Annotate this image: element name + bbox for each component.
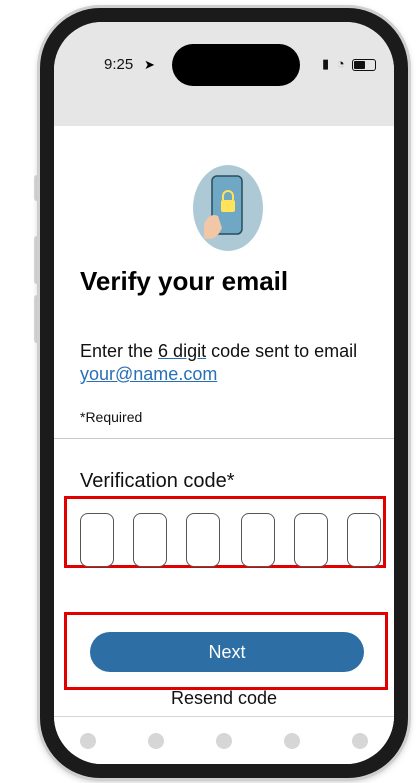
signal-icon: ▮ bbox=[322, 56, 332, 71]
dynamic-island bbox=[172, 44, 300, 86]
screen: 9:25 ➤ ▮ ◔ Verify your email Enter the 6… bbox=[54, 22, 394, 764]
code-digit-5[interactable] bbox=[294, 513, 328, 567]
nav-dot-3[interactable] bbox=[216, 733, 232, 749]
resend-code-link[interactable]: Resend code bbox=[54, 688, 394, 709]
verification-code-highlight bbox=[64, 496, 386, 568]
code-digit-1[interactable] bbox=[80, 513, 114, 567]
nav-dot-4[interactable] bbox=[284, 733, 300, 749]
instructions-middle: code sent to email bbox=[206, 341, 358, 361]
email-link[interactable]: your@name.com bbox=[80, 364, 217, 384]
code-digit-6[interactable] bbox=[347, 513, 381, 567]
instructions-digits: 6 digit bbox=[158, 341, 207, 361]
code-digit-4[interactable] bbox=[241, 513, 275, 567]
instructions-text: Enter the 6 digit code sent to email you… bbox=[80, 340, 380, 386]
nav-dot-5[interactable] bbox=[352, 733, 368, 749]
verification-code-label: Verification code* bbox=[80, 470, 235, 492]
bottom-navigation bbox=[54, 716, 394, 764]
location-arrow-icon: ➤ bbox=[144, 57, 155, 72]
page-title: Verify your email bbox=[80, 266, 289, 296]
status-time: 9:25 bbox=[104, 56, 134, 73]
divider bbox=[54, 438, 394, 439]
status-bar: 9:25 ➤ ▮ ◔ bbox=[54, 22, 394, 126]
phone-lock-icon bbox=[193, 165, 263, 251]
next-button[interactable]: Next bbox=[90, 632, 364, 672]
nav-dot-1[interactable] bbox=[80, 733, 96, 749]
wifi-icon: ◔ bbox=[336, 56, 347, 71]
required-note: *Required bbox=[80, 409, 143, 425]
instructions-prefix: Enter the bbox=[80, 341, 159, 361]
code-digit-3[interactable] bbox=[186, 513, 220, 567]
code-digit-2[interactable] bbox=[133, 513, 167, 567]
nav-dot-2[interactable] bbox=[148, 733, 164, 749]
phone-frame: 9:25 ➤ ▮ ◔ Verify your email Enter the 6… bbox=[40, 8, 408, 778]
battery-icon bbox=[352, 58, 377, 71]
status-icons: ▮ ◔ bbox=[322, 56, 377, 72]
